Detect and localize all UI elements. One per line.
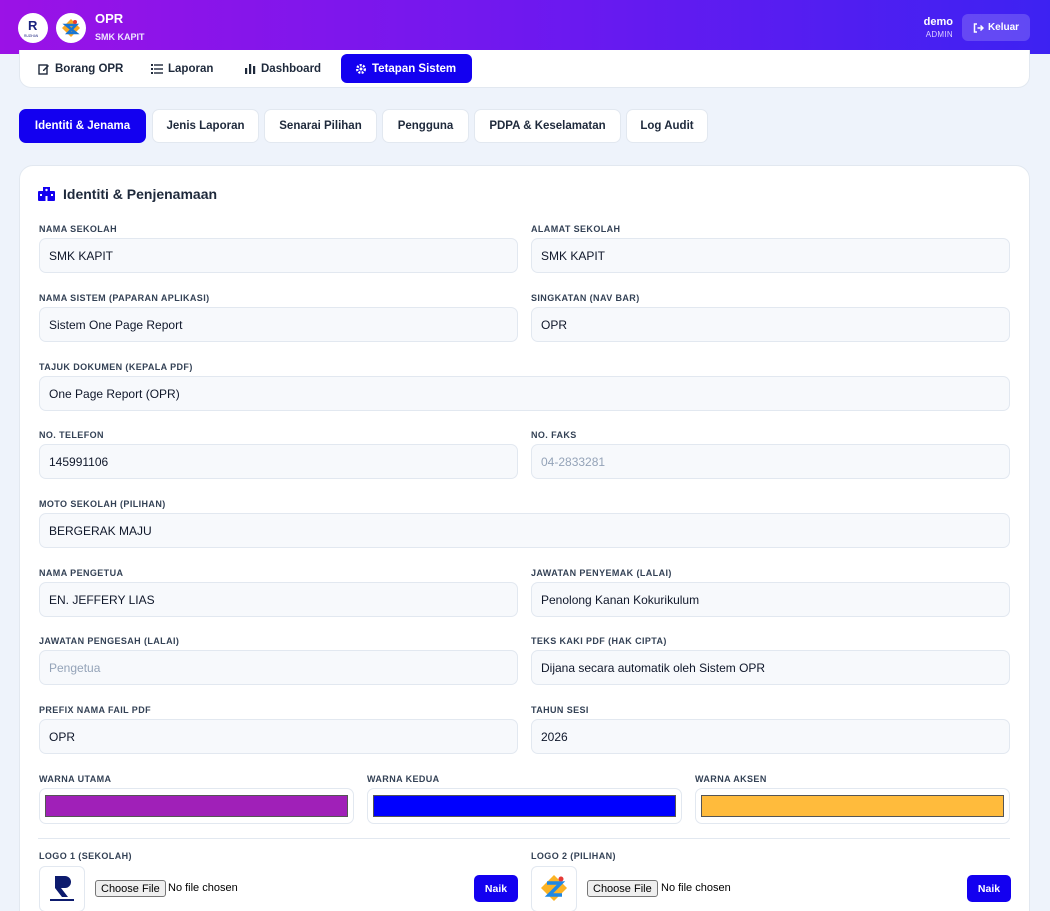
label-teks-kaki: TEKS KAKI PDF (HAK CIPTA): [531, 636, 667, 646]
tab-pdpa-keselamatan[interactable]: PDPA & Keselamatan: [474, 109, 621, 143]
moto-input[interactable]: [39, 513, 1010, 548]
label-nama-sekolah: NAMA SEKOLAH: [39, 224, 117, 234]
no-telefon-input[interactable]: [39, 444, 518, 479]
label-singkatan: SINGKATAN (NAV BAR): [531, 293, 640, 303]
nav-label: Tetapan Sistem: [372, 62, 457, 75]
top-bar: R RUZIHAN OPR SMK KAPIT demo ADMIN Kelua…: [0, 0, 1050, 54]
logout-button[interactable]: Keluar: [962, 14, 1030, 41]
tajuk-dokumen-input[interactable]: [39, 376, 1010, 411]
app-subtitle: SMK KAPIT: [95, 32, 145, 42]
label-warna-utama: WARNA UTAMA: [39, 774, 112, 784]
logo1-choose-file-button[interactable]: Choose File: [95, 880, 166, 897]
user-role: ADMIN: [925, 30, 953, 39]
nama-sistem-input[interactable]: [39, 307, 518, 342]
gear-icon: [356, 63, 366, 74]
user-name: demo: [923, 16, 953, 28]
ruzihan-logo-icon: R RUZIHAN: [24, 18, 39, 38]
edit-icon: [38, 63, 49, 75]
label-warna-kedua: WARNA KEDUA: [367, 774, 440, 784]
prefix-input[interactable]: [39, 719, 518, 754]
divider: [38, 838, 1010, 839]
warna-utama-swatch: [45, 795, 348, 817]
label-prefix: PREFIX NAMA FAIL PDF: [39, 705, 152, 715]
section-title: Identiti & Penjenamaan: [38, 186, 217, 202]
label-logo1: LOGO 1 (SEKOLAH): [39, 851, 132, 861]
building-icon: [38, 187, 55, 201]
logo1-preview: [39, 866, 85, 911]
nav-tetapan-sistem[interactable]: Tetapan Sistem: [341, 54, 472, 83]
tab-identiti-jenama[interactable]: Identiti & Jenama: [19, 109, 146, 143]
jawatan-pengesah-input[interactable]: [39, 650, 518, 685]
logo2-file-status: No file chosen: [661, 882, 731, 894]
star-logo-icon: [541, 875, 567, 901]
no-faks-input[interactable]: [531, 444, 1010, 479]
logo1-upload-button[interactable]: Naik: [474, 875, 518, 902]
logo1-file-status: No file chosen: [168, 882, 238, 894]
nav-laporan[interactable]: Laporan: [137, 54, 227, 83]
nav-label: Laporan: [168, 62, 214, 75]
label-warna-aksen: WARNA AKSEN: [695, 774, 767, 784]
list-icon: [151, 64, 163, 74]
label-jawatan-pengesah: JAWATAN PENGESAH (LALAI): [39, 636, 180, 646]
warna-kedua-picker[interactable]: [367, 788, 682, 824]
label-alamat-sekolah: ALAMAT SEKOLAH: [531, 224, 621, 234]
logo2-preview: [531, 866, 577, 911]
label-no-faks: NO. FAKS: [531, 430, 577, 440]
tahun-sesi-input[interactable]: [531, 719, 1010, 754]
nav-dashboard[interactable]: Dashboard: [231, 54, 335, 83]
alamat-sekolah-input[interactable]: [531, 238, 1010, 273]
nav-label: Dashboard: [261, 62, 322, 75]
teks-kaki-input[interactable]: [531, 650, 1010, 685]
warna-utama-picker[interactable]: [39, 788, 354, 824]
nama-sekolah-input[interactable]: [39, 238, 518, 273]
app-title: OPR: [95, 11, 124, 26]
label-tahun-sesi: TAHUN SESI: [531, 705, 589, 715]
jawatan-penyemak-input[interactable]: [531, 582, 1010, 617]
school-logo: R RUZIHAN: [18, 13, 48, 43]
ruzihan-logo-icon: [50, 876, 74, 901]
nav-borang-opr[interactable]: Borang OPR: [24, 54, 137, 83]
logo2-upload-button[interactable]: Naik: [967, 875, 1011, 902]
tab-pengguna[interactable]: Pengguna: [382, 109, 469, 143]
svg-text:RUZIHAN: RUZIHAN: [24, 34, 39, 38]
singkatan-input[interactable]: [531, 307, 1010, 342]
logo2-choose-file-button[interactable]: Choose File: [587, 880, 658, 897]
tab-senarai-pilihan[interactable]: Senarai Pilihan: [264, 109, 377, 143]
warna-aksen-picker[interactable]: [695, 788, 1010, 824]
main-nav: Borang OPR Laporan Dashboard Tetapan Sis…: [19, 50, 1030, 88]
sign-out-icon: [973, 22, 984, 33]
label-logo2: LOGO 2 (PILIHAN): [531, 851, 616, 861]
secondary-logo: [56, 13, 86, 43]
svg-text:R: R: [28, 18, 38, 33]
section-title-text: Identiti & Penjenamaan: [63, 186, 218, 202]
label-tajuk-dokumen: TAJUK DOKUMEN (KEPALA PDF): [39, 362, 193, 372]
tab-jenis-laporan[interactable]: Jenis Laporan: [152, 109, 259, 143]
warna-kedua-swatch: [373, 795, 676, 817]
label-jawatan-penyemak: JAWATAN PENYEMAK (LALAI): [531, 568, 672, 578]
star-logo-icon: [62, 19, 80, 37]
tab-log-audit[interactable]: Log Audit: [626, 109, 708, 143]
label-nama-sistem: NAMA SISTEM (PAPARAN APLIKASI): [39, 293, 210, 303]
label-nama-pengetua: NAMA PENGETUA: [39, 568, 124, 578]
nama-pengetua-input[interactable]: [39, 582, 518, 617]
logout-label: Keluar: [987, 22, 1020, 33]
warna-aksen-swatch: [701, 795, 1004, 817]
bar-chart-icon: [245, 64, 256, 74]
label-no-telefon: NO. TELEFON: [39, 430, 104, 440]
nav-label: Borang OPR: [55, 62, 124, 75]
label-moto: MOTO SEKOLAH (PILIHAN): [39, 499, 166, 509]
